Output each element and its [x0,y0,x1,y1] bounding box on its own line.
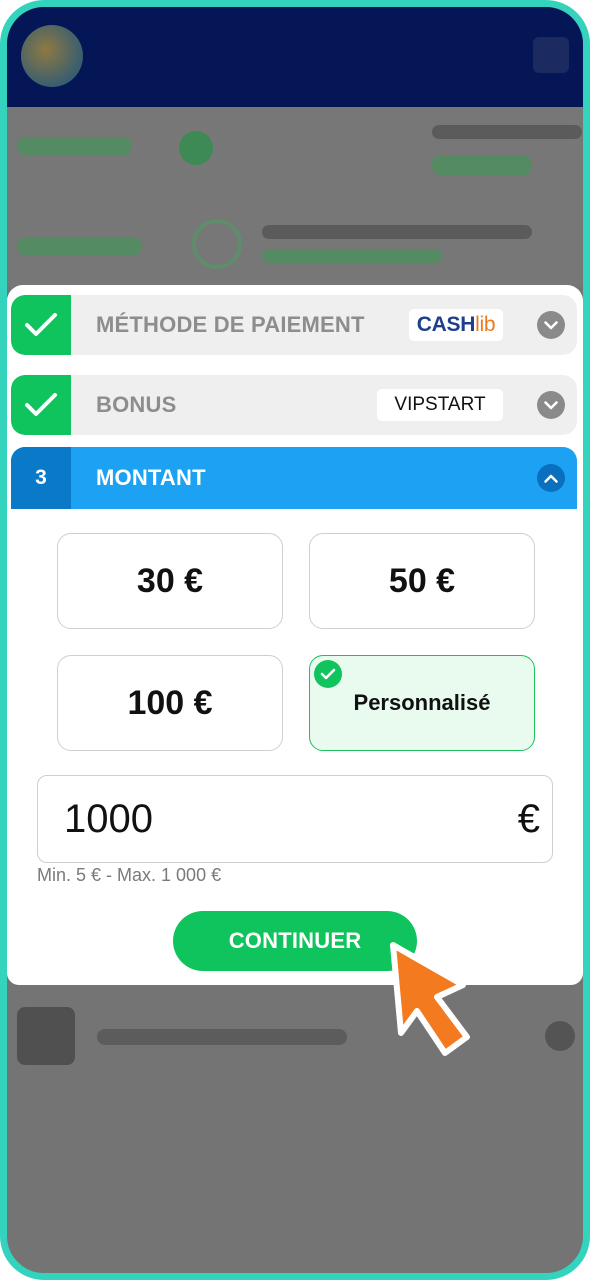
background-label [432,125,582,139]
background-list-row [7,1007,583,1071]
step-complete-badge [11,375,71,435]
step-payment-method[interactable]: MÉTHODE DE PAIEMENT CASHlib [11,295,577,355]
step-title: MONTANT [96,465,206,490]
amount-option-50[interactable]: 50 € [309,533,535,629]
phone-frame: MÉTHODE DE PAIEMENT CASHlib BONUS VIPSTA… [0,0,590,1280]
amount-input[interactable]: 1000 € [37,775,553,863]
background-balance [17,137,132,155]
background-link [17,237,142,255]
background-dot [179,131,213,165]
background-row-icon [17,1007,75,1065]
background-header [7,7,583,107]
chevron-down-icon[interactable] [537,391,565,419]
background-menu-icon [533,37,569,73]
background-text [262,225,532,239]
background-amount [432,155,532,175]
amount-option-custom[interactable]: Personnalisé [309,655,535,751]
amount-input-value: 1000 [64,797,153,841]
background-content [7,107,583,287]
amount-option-30[interactable]: 30 € [57,533,283,629]
background-ring [192,219,242,269]
cashlib-logo: CASHlib [409,309,503,341]
continue-button[interactable]: CONTINUER [173,911,417,971]
background-logo [21,25,83,87]
chevron-up-icon[interactable] [537,464,565,492]
checkmark-icon [25,313,57,336]
bonus-code-badge: VIPSTART [377,389,503,421]
amount-panel: 30 € 50 € 100 € Personnalisé 1000 € Min.… [11,509,577,979]
chevron-down-icon[interactable] [537,311,565,339]
pointer-arrow-icon [390,942,470,1056]
selected-check-icon [314,660,342,688]
step-bonus[interactable]: BONUS VIPSTART [11,375,577,435]
step-title: MÉTHODE DE PAIEMENT [96,312,365,337]
checkmark-icon [25,393,57,416]
deposit-modal: MÉTHODE DE PAIEMENT CASHlib BONUS VIPSTA… [7,285,583,985]
step-number: 3 [11,447,71,509]
step-title: BONUS [96,392,177,417]
step-complete-badge [11,295,71,355]
currency-symbol: € [517,797,540,841]
cashlib-logo-accent: lib [475,313,496,336]
cashlib-logo-main: CASH [416,313,476,336]
background-row-chevron [545,1021,575,1051]
amount-limits-hint: Min. 5 € - Max. 1 000 € [37,865,222,885]
step-amount[interactable]: 3 MONTANT [11,447,577,509]
background-row-text [97,1029,347,1045]
amount-option-100[interactable]: 100 € [57,655,283,751]
amount-option-custom-label: Personnalisé [353,690,491,715]
background-text-green [262,249,442,263]
